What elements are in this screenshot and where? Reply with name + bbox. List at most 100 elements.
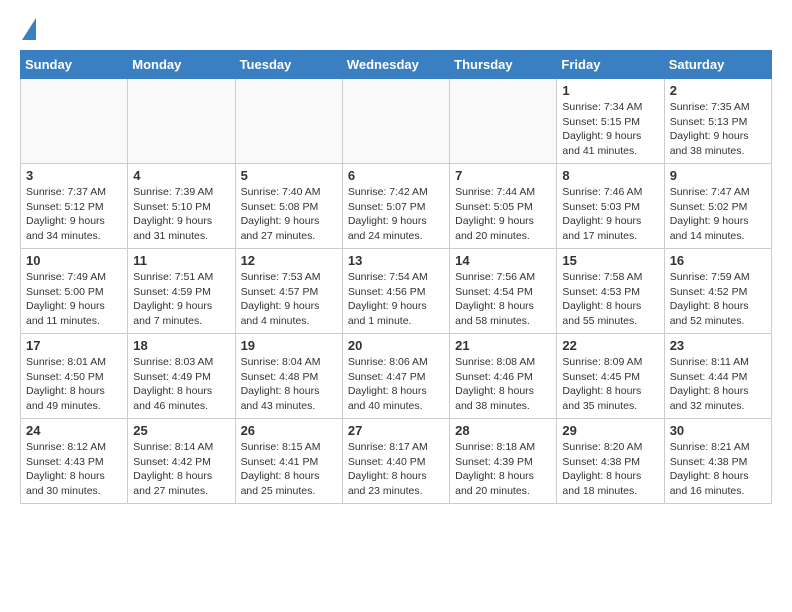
day-number: 26 xyxy=(241,423,337,438)
calendar-cell xyxy=(128,79,235,164)
day-number: 20 xyxy=(348,338,444,353)
calendar-week-row: 17Sunrise: 8:01 AMSunset: 4:50 PMDayligh… xyxy=(21,334,772,419)
day-info: Sunrise: 8:21 AMSunset: 4:38 PMDaylight:… xyxy=(670,440,766,499)
calendar-cell: 6Sunrise: 7:42 AMSunset: 5:07 PMDaylight… xyxy=(342,164,449,249)
day-number: 7 xyxy=(455,168,551,183)
day-number: 13 xyxy=(348,253,444,268)
day-number: 12 xyxy=(241,253,337,268)
calendar-table: SundayMondayTuesdayWednesdayThursdayFrid… xyxy=(20,50,772,504)
day-info: Sunrise: 8:11 AMSunset: 4:44 PMDaylight:… xyxy=(670,355,766,414)
day-info: Sunrise: 8:20 AMSunset: 4:38 PMDaylight:… xyxy=(562,440,658,499)
day-info: Sunrise: 7:44 AMSunset: 5:05 PMDaylight:… xyxy=(455,185,551,244)
logo xyxy=(20,20,36,40)
calendar-cell: 30Sunrise: 8:21 AMSunset: 4:38 PMDayligh… xyxy=(664,419,771,504)
day-info: Sunrise: 8:03 AMSunset: 4:49 PMDaylight:… xyxy=(133,355,229,414)
day-number: 15 xyxy=(562,253,658,268)
calendar-week-row: 24 Sunrise: 8:12 AMSunset: 4:43 PMDayligh… xyxy=(21,419,772,504)
calendar-cell xyxy=(342,79,449,164)
day-number: 23 xyxy=(670,338,766,353)
calendar-cell: 27 Sunrise: 8:17 AMSunset: 4:40 PMDayligh… xyxy=(342,419,449,504)
calendar-header-thursday: Thursday xyxy=(450,51,557,79)
calendar-cell: 9 Sunrise: 7:47 AMSunset: 5:02 PMDaylight… xyxy=(664,164,771,249)
calendar-cell: 10 Sunrise: 7:49 AMSunset: 5:00 PMDayligh… xyxy=(21,249,128,334)
calendar-week-row: 3 Sunrise: 7:37 AMSunset: 5:12 PMDaylight… xyxy=(21,164,772,249)
day-info: Sunrise: 8:17 AMSunset: 4:40 PMDaylight:… xyxy=(348,440,444,499)
calendar-cell: 5 Sunrise: 7:40 AMSunset: 5:08 PMDaylight… xyxy=(235,164,342,249)
day-number: 5 xyxy=(241,168,337,183)
day-number: 27 xyxy=(348,423,444,438)
calendar-week-row: 10 Sunrise: 7:49 AMSunset: 5:00 PMDayligh… xyxy=(21,249,772,334)
day-number: 14 xyxy=(455,253,551,268)
calendar-cell: 13 Sunrise: 7:54 AMSunset: 4:56 PMDayligh… xyxy=(342,249,449,334)
calendar-week-row: 1 Sunrise: 7:34 AMSunset: 5:15 PMDaylight… xyxy=(21,79,772,164)
page-header xyxy=(20,20,772,40)
day-info: Sunrise: 8:18 AMSunset: 4:39 PMDaylight:… xyxy=(455,440,551,499)
day-info: Sunrise: 8:09 AMSunset: 4:45 PMDaylight:… xyxy=(562,355,658,414)
day-number: 11 xyxy=(133,253,229,268)
calendar-header-friday: Friday xyxy=(557,51,664,79)
day-number: 21 xyxy=(455,338,551,353)
day-number: 1 xyxy=(562,83,658,98)
calendar-cell: 23 Sunrise: 8:11 AMSunset: 4:44 PMDayligh… xyxy=(664,334,771,419)
calendar-cell: 26 Sunrise: 8:15 AMSunset: 4:41 PMDayligh… xyxy=(235,419,342,504)
calendar-cell: 1 Sunrise: 7:34 AMSunset: 5:15 PMDaylight… xyxy=(557,79,664,164)
day-info: Sunrise: 7:35 AMSunset: 5:13 PMDaylight:… xyxy=(670,100,766,159)
day-info: Sunrise: 8:15 AMSunset: 4:41 PMDaylight:… xyxy=(241,440,337,499)
calendar-cell: 4Sunrise: 7:39 AMSunset: 5:10 PMDaylight… xyxy=(128,164,235,249)
calendar-cell: 24 Sunrise: 8:12 AMSunset: 4:43 PMDayligh… xyxy=(21,419,128,504)
day-number: 6 xyxy=(348,168,444,183)
calendar-header-monday: Monday xyxy=(128,51,235,79)
calendar-cell: 3 Sunrise: 7:37 AMSunset: 5:12 PMDaylight… xyxy=(21,164,128,249)
calendar-cell: 12Sunrise: 7:53 AMSunset: 4:57 PMDayligh… xyxy=(235,249,342,334)
day-info: Sunrise: 7:51 AMSunset: 4:59 PMDaylight:… xyxy=(133,270,229,329)
day-info: Sunrise: 7:40 AMSunset: 5:08 PMDaylight:… xyxy=(241,185,337,244)
day-number: 25 xyxy=(133,423,229,438)
day-number: 8 xyxy=(562,168,658,183)
day-info: Sunrise: 7:47 AMSunset: 5:02 PMDaylight:… xyxy=(670,185,766,244)
day-info: Sunrise: 7:59 AMSunset: 4:52 PMDaylight:… xyxy=(670,270,766,329)
day-info: Sunrise: 7:54 AMSunset: 4:56 PMDaylight:… xyxy=(348,270,444,329)
calendar-header-tuesday: Tuesday xyxy=(235,51,342,79)
day-info: Sunrise: 7:37 AMSunset: 5:12 PMDaylight:… xyxy=(26,185,122,244)
calendar-cell: 2 Sunrise: 7:35 AMSunset: 5:13 PMDaylight… xyxy=(664,79,771,164)
calendar-cell: 7 Sunrise: 7:44 AMSunset: 5:05 PMDaylight… xyxy=(450,164,557,249)
day-info: Sunrise: 8:12 AMSunset: 4:43 PMDaylight:… xyxy=(26,440,122,499)
calendar-cell: 14 Sunrise: 7:56 AMSunset: 4:54 PMDayligh… xyxy=(450,249,557,334)
logo-triangle-icon xyxy=(22,18,36,40)
day-info: Sunrise: 7:34 AMSunset: 5:15 PMDaylight:… xyxy=(562,100,658,159)
day-number: 18 xyxy=(133,338,229,353)
day-number: 3 xyxy=(26,168,122,183)
calendar-cell xyxy=(235,79,342,164)
day-info: Sunrise: 8:14 AMSunset: 4:42 PMDaylight:… xyxy=(133,440,229,499)
calendar-cell: 29 Sunrise: 8:20 AMSunset: 4:38 PMDayligh… xyxy=(557,419,664,504)
calendar-cell: 17Sunrise: 8:01 AMSunset: 4:50 PMDayligh… xyxy=(21,334,128,419)
calendar-cell: 22 Sunrise: 8:09 AMSunset: 4:45 PMDayligh… xyxy=(557,334,664,419)
calendar-cell xyxy=(450,79,557,164)
day-number: 22 xyxy=(562,338,658,353)
day-number: 10 xyxy=(26,253,122,268)
day-number: 29 xyxy=(562,423,658,438)
calendar-header-wednesday: Wednesday xyxy=(342,51,449,79)
day-info: Sunrise: 7:49 AMSunset: 5:00 PMDaylight:… xyxy=(26,270,122,329)
day-info: Sunrise: 8:01 AMSunset: 4:50 PMDaylight:… xyxy=(26,355,122,414)
day-number: 4 xyxy=(133,168,229,183)
calendar-cell: 16 Sunrise: 7:59 AMSunset: 4:52 PMDayligh… xyxy=(664,249,771,334)
day-info: Sunrise: 8:06 AMSunset: 4:47 PMDaylight:… xyxy=(348,355,444,414)
calendar-cell: 19Sunrise: 8:04 AMSunset: 4:48 PMDayligh… xyxy=(235,334,342,419)
calendar-cell: 20 Sunrise: 8:06 AMSunset: 4:47 PMDayligh… xyxy=(342,334,449,419)
calendar-cell: 28 Sunrise: 8:18 AMSunset: 4:39 PMDayligh… xyxy=(450,419,557,504)
calendar-cell: 8Sunrise: 7:46 AMSunset: 5:03 PMDaylight… xyxy=(557,164,664,249)
day-number: 9 xyxy=(670,168,766,183)
day-info: Sunrise: 8:08 AMSunset: 4:46 PMDaylight:… xyxy=(455,355,551,414)
day-number: 2 xyxy=(670,83,766,98)
day-number: 16 xyxy=(670,253,766,268)
calendar-cell xyxy=(21,79,128,164)
day-number: 19 xyxy=(241,338,337,353)
day-number: 24 xyxy=(26,423,122,438)
calendar-cell: 21 Sunrise: 8:08 AMSunset: 4:46 PMDayligh… xyxy=(450,334,557,419)
day-number: 28 xyxy=(455,423,551,438)
calendar-cell: 15 Sunrise: 7:58 AMSunset: 4:53 PMDayligh… xyxy=(557,249,664,334)
calendar-header-saturday: Saturday xyxy=(664,51,771,79)
day-info: Sunrise: 7:58 AMSunset: 4:53 PMDaylight:… xyxy=(562,270,658,329)
day-info: Sunrise: 7:56 AMSunset: 4:54 PMDaylight:… xyxy=(455,270,551,329)
